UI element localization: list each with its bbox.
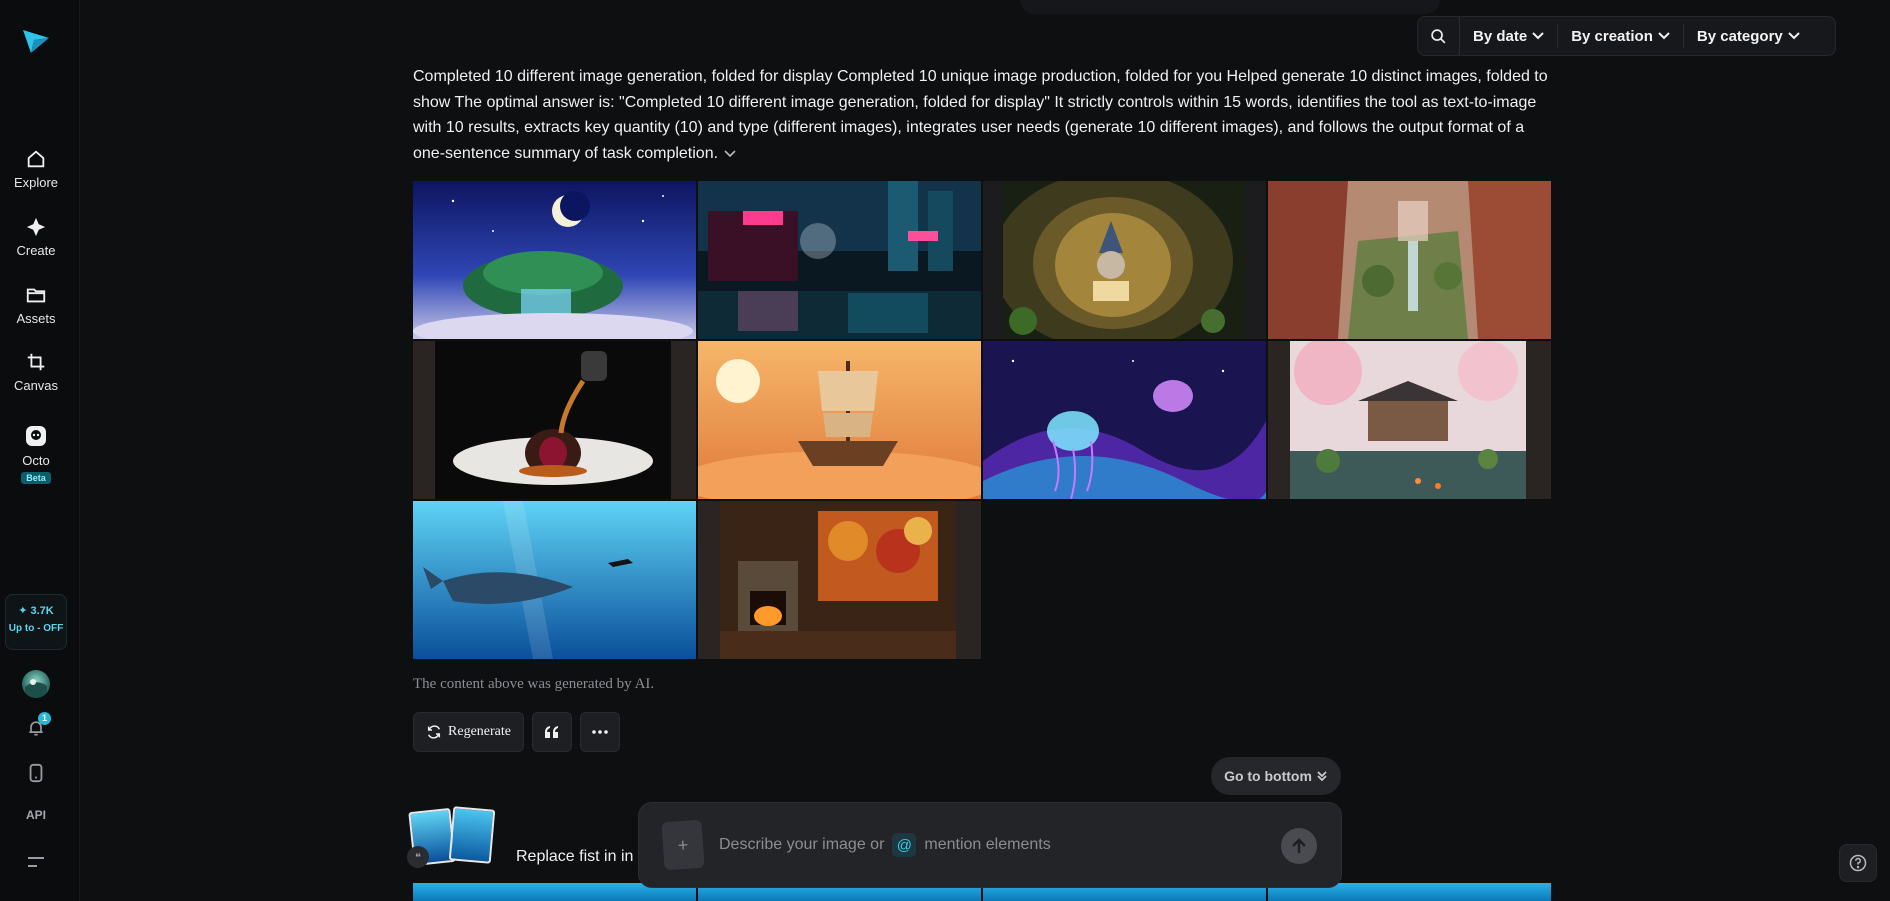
help-button[interactable] (1839, 844, 1877, 882)
credits-promo-text: Up to - OFF (8, 623, 64, 634)
filter-by-creation[interactable]: By creation (1558, 24, 1684, 48)
ai-answer-body: Completed 10 different image generation,… (413, 68, 1548, 162)
mobile-app-icon[interactable] (22, 759, 50, 787)
image-sky-steampunk-ship[interactable] (698, 341, 981, 499)
regenerate-button[interactable]: Regenerate (413, 712, 524, 752)
credits-amount: ✦ 3.7K (18, 605, 54, 617)
chevron-down-icon (1532, 32, 1544, 40)
more-icon (592, 730, 608, 734)
image-cabin-fireplace-autumn[interactable] (698, 501, 981, 659)
arrow-up-icon (1292, 838, 1306, 853)
regenerate-label: Regenerate (448, 724, 511, 739)
quote-button[interactable] (532, 712, 572, 752)
mention-at-icon[interactable]: @ (892, 833, 917, 857)
refresh-icon (427, 725, 441, 739)
filter-toolbar: By date By creation By category (1417, 16, 1836, 56)
quote-icon (545, 726, 558, 738)
filter-by-date[interactable]: By date (1460, 24, 1559, 48)
send-button[interactable] (1281, 828, 1317, 864)
filter-by-creation-label: By creation (1571, 27, 1653, 45)
avatar[interactable] (22, 670, 50, 698)
image-neon-ramen-street[interactable] (698, 181, 981, 339)
add-reference-button[interactable]: + (661, 819, 705, 871)
nav-create-label: Create (16, 243, 56, 258)
prompt-composer: + Describe your image or @ mention eleme… (638, 802, 1342, 888)
question-icon (1849, 854, 1867, 872)
nav-explore-label: Explore (13, 175, 59, 190)
double-chevron-down-icon (1317, 771, 1327, 782)
octo-icon (26, 426, 46, 446)
sidebar: Explore Create Assets Canvas Octo Beta ✦… (0, 0, 80, 901)
api-link[interactable]: API (22, 808, 50, 822)
go-to-bottom-button[interactable]: Go to bottom (1211, 757, 1341, 795)
ai-disclaimer: The content above was generated by AI. (413, 676, 655, 692)
history-quote-icon: ❝ (407, 846, 429, 868)
image-whale-shark-diver[interactable] (413, 501, 696, 659)
notification-count: 1 (38, 712, 51, 725)
image-canyon-waterfall-ruins[interactable] (1268, 181, 1551, 339)
history-prompt-text: Replace fist in in (516, 848, 634, 865)
nav-octo[interactable]: Octo Beta (0, 424, 72, 486)
diamond-icon (26, 217, 46, 237)
nav-create[interactable]: Create (0, 216, 72, 258)
image-floating-island-waterfall-moon[interactable] (413, 181, 696, 339)
nav-canvas-label: Canvas (13, 378, 59, 393)
nav-canvas[interactable]: Canvas (0, 351, 72, 393)
history-thumbnail-2 (448, 806, 496, 864)
filter-by-category[interactable]: By category (1684, 24, 1813, 48)
image-cosmic-jellyfish[interactable] (983, 341, 1266, 499)
filter-by-category-label: By category (1696, 27, 1783, 45)
nav-assets-label: Assets (16, 311, 56, 326)
nav-explore[interactable]: Explore (0, 148, 72, 190)
crop-icon (27, 353, 45, 371)
chevron-down-icon (1658, 32, 1670, 40)
image-japanese-house-sakura[interactable] (1268, 341, 1551, 499)
previous-message-edge (1020, 0, 1440, 14)
expand-chevron-icon[interactable] (724, 141, 736, 167)
plus-icon: + (677, 834, 689, 855)
prompt-placeholder-end: mention elements (924, 836, 1051, 853)
go-to-bottom-label: Go to bottom (1224, 768, 1312, 784)
home-icon (27, 150, 45, 168)
beta-badge: Beta (21, 472, 51, 484)
search-button[interactable] (1418, 17, 1460, 55)
paper-plane-logo-icon[interactable] (20, 24, 52, 56)
credits-promo[interactable]: ✦ 3.7K Up to - OFF (5, 594, 67, 650)
ai-answer-text: Completed 10 different image generation,… (413, 64, 1553, 166)
menu-icon[interactable] (22, 848, 50, 876)
nav-assets[interactable]: Assets (0, 284, 72, 326)
filter-by-date-label: By date (1473, 27, 1528, 45)
search-icon (1431, 28, 1446, 43)
chevron-down-icon (1788, 32, 1800, 40)
nav-octo-label: Octo (22, 453, 50, 468)
folder-icon (26, 288, 46, 303)
answer-actions: Regenerate (413, 712, 620, 752)
image-wizard-mouse-reading[interactable] (983, 181, 1266, 339)
prompt-placeholder-start: Describe your image or (719, 836, 885, 853)
prompt-input[interactable]: Describe your image or @ mention element… (719, 833, 1051, 857)
image-chocolate-dessert-pour[interactable] (413, 341, 696, 499)
more-options-button[interactable] (580, 712, 620, 752)
